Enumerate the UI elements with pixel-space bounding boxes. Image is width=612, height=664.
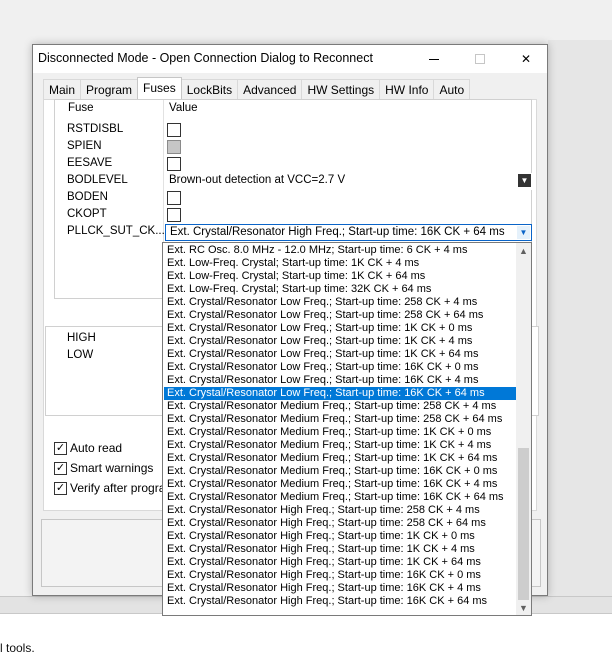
fuse-row-spien: SPIEN [55,139,531,156]
bodlevel-select[interactable]: Brown-out detection at VCC=2.7 V ▼ [165,173,532,190]
scroll-up-icon[interactable]: ▲ [516,243,531,258]
dropdown-option[interactable]: Ext. Crystal/Resonator High Freq.; Start… [164,595,516,608]
dropdown-option[interactable]: Ext. Crystal/Resonator Low Freq.; Start-… [164,322,516,335]
fuse-label: PLLCK_SUT_CK... [67,225,165,237]
fuse-label: BODEN [67,191,108,203]
pllck-sut-ck-dropdown-list[interactable]: Ext. RC Osc. 8.0 MHz - 12.0 MHz; Start-u… [162,242,532,616]
background-text: l tools. [0,641,35,655]
minimize-icon [429,58,439,60]
tab-hw-settings[interactable]: HW Settings [301,79,381,99]
dropdown-option[interactable]: Ext. Crystal/Resonator High Freq.; Start… [164,582,516,595]
dropdown-option[interactable]: Ext. Crystal/Resonator Medium Freq.; Sta… [164,426,516,439]
dropdown-option[interactable]: Ext. Crystal/Resonator High Freq.; Start… [164,543,516,556]
check-icon[interactable]: ✓ [54,462,67,475]
dropdown-option[interactable]: Ext. Crystal/Resonator High Freq.; Start… [164,530,516,543]
dropdown-option[interactable]: Ext. Crystal/Resonator High Freq.; Start… [164,504,516,517]
option-label: Smart warnings [70,461,154,475]
dropdown-option[interactable]: Ext. Low-Freq. Crystal; Start-up time: 1… [164,270,516,283]
fuse-byte-label: HIGH [67,332,96,344]
check-icon[interactable]: ✓ [54,442,67,455]
fuse-checkbox-ckopt[interactable] [167,208,181,222]
scrollbar-thumb[interactable] [518,448,529,600]
dropdown-option[interactable]: Ext. Crystal/Resonator High Freq.; Start… [164,517,516,530]
fuse-checkbox-rstdisbl[interactable] [167,123,181,137]
dropdown-option[interactable]: Ext. Crystal/Resonator Low Freq.; Start-… [164,348,516,361]
tab-main[interactable]: Main [43,79,82,99]
background-document [0,614,612,664]
fuse-label: SPIEN [67,140,102,152]
fuse-row-pllck-sut-ck: PLLCK_SUT_CK... Ext. Crystal/Resonator H… [55,224,532,241]
maximize-icon [475,54,485,64]
fuse-label: EESAVE [67,157,113,169]
dropdown-option[interactable]: Ext. Crystal/Resonator Medium Freq.; Sta… [164,491,516,504]
dropdown-option[interactable]: Ext. Crystal/Resonator Low Freq.; Start-… [164,296,516,309]
dropdown-option[interactable]: Ext. RC Osc. 8.0 MHz - 12.0 MHz; Start-u… [164,244,516,257]
chevron-down-icon[interactable]: ▼ [517,226,530,239]
option-label: Auto read [70,441,123,455]
dropdown-scrollbar[interactable]: ▲ ▼ [516,243,531,615]
background-side-area [548,40,612,596]
tab-strip: Main Program Fuses LockBits Advanced HW … [43,77,471,99]
dropdown-option[interactable]: Ext. Crystal/Resonator High Freq.; Start… [164,569,516,582]
dropdown-option[interactable]: Ext. Crystal/Resonator Medium Freq.; Sta… [164,439,516,452]
tab-lockbits[interactable]: LockBits [180,79,239,99]
fuse-label: BODLEVEL [67,174,128,186]
fuse-label: CKOPT [67,208,107,220]
fuse-checkbox-boden[interactable] [167,191,181,205]
dropdown-option[interactable]: Ext. Crystal/Resonator Low Freq.; Start-… [164,387,516,400]
dropdown-option[interactable]: Ext. Crystal/Resonator Medium Freq.; Sta… [164,478,516,491]
tab-auto[interactable]: Auto [433,79,471,99]
bodlevel-value: Brown-out detection at VCC=2.7 V [169,174,346,186]
fuse-row-eesave: EESAVE [55,156,531,173]
dropdown-option[interactable]: Ext. Low-Freq. Crystal; Start-up time: 3… [164,283,516,296]
dropdown-option[interactable]: Ext. Crystal/Resonator High Freq.; Start… [164,556,516,569]
dropdown-option[interactable]: Ext. Crystal/Resonator Low Freq.; Start-… [164,309,516,322]
fuse-checkbox-spien[interactable] [167,140,181,154]
close-button[interactable]: ✕ [503,45,549,73]
header-fuse: Fuse [68,102,94,114]
dropdown-option[interactable]: Ext. Crystal/Resonator Medium Freq.; Sta… [164,452,516,465]
dropdown-options: Ext. RC Osc. 8.0 MHz - 12.0 MHz; Start-u… [164,244,516,608]
dropdown-option[interactable]: Ext. Crystal/Resonator Low Freq.; Start-… [164,374,516,387]
fuse-byte-label: LOW [67,349,94,361]
pllck-sut-ck-select[interactable]: Ext. Crystal/Resonator High Freq.; Start… [165,224,532,241]
fuse-row-ckopt: CKOPT [55,207,531,224]
fuse-row-bodlevel: BODLEVEL Brown-out detection at VCC=2.7 … [55,173,532,190]
title-bar[interactable]: Disconnected Mode - Open Connection Dial… [33,45,547,73]
header-value: Value [169,102,198,114]
pllck-sut-ck-value: Ext. Crystal/Resonator High Freq.; Start… [170,226,505,238]
fuse-row-boden: BODEN [55,190,531,207]
dropdown-option[interactable]: Ext. Crystal/Resonator Low Freq.; Start-… [164,335,516,348]
dropdown-option[interactable]: Ext. Crystal/Resonator Medium Freq.; Sta… [164,465,516,478]
dropdown-option[interactable]: Ext. Low-Freq. Crystal; Start-up time: 1… [164,257,516,270]
dropdown-option[interactable]: Ext. Crystal/Resonator Medium Freq.; Sta… [164,400,516,413]
tab-hw-info[interactable]: HW Info [379,79,435,99]
scroll-down-icon[interactable]: ▼ [516,600,531,615]
fuse-label: RSTDISBL [67,123,124,135]
minimize-button[interactable] [411,45,457,73]
close-icon: ✕ [520,52,532,66]
fuse-checkbox-eesave[interactable] [167,157,181,171]
maximize-button[interactable] [457,45,503,73]
fuse-row-rstdisbl: RSTDISBL [55,122,531,139]
check-icon[interactable]: ✓ [54,482,67,495]
tab-fuses[interactable]: Fuses [137,77,182,99]
dropdown-option[interactable]: Ext. Crystal/Resonator Low Freq.; Start-… [164,361,516,374]
dropdown-option[interactable]: Ext. Crystal/Resonator Medium Freq.; Sta… [164,413,516,426]
tab-advanced[interactable]: Advanced [237,79,303,99]
dialog-title: Disconnected Mode - Open Connection Dial… [38,51,373,65]
chevron-down-icon[interactable]: ▼ [518,174,531,187]
tab-program[interactable]: Program [80,79,139,99]
grid-header: Fuse Value [55,100,531,118]
